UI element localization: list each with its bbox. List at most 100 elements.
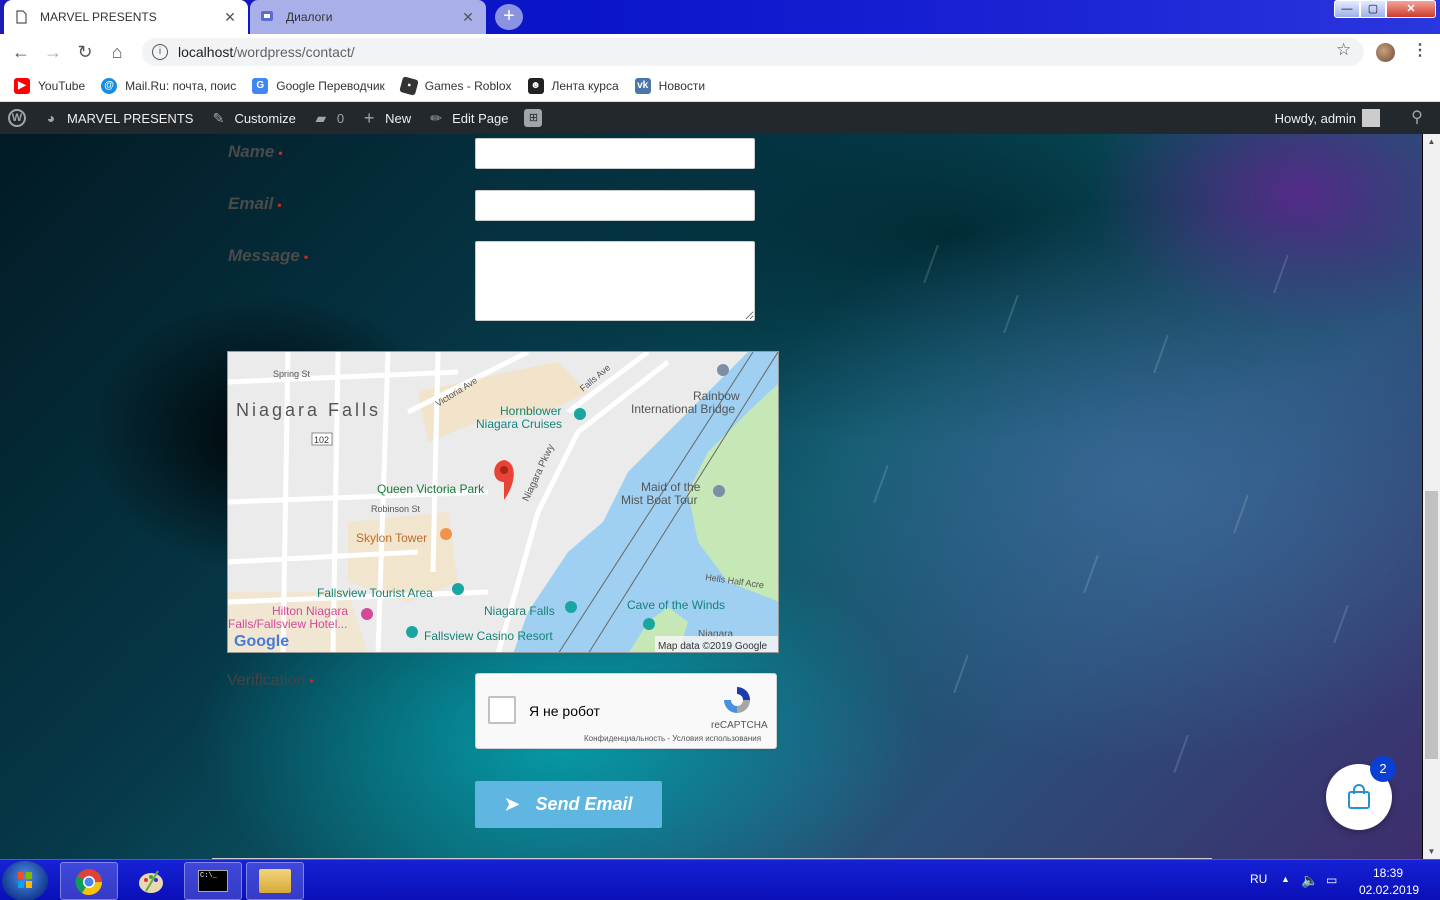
- bookmark-vk[interactable]: vk Новости: [634, 77, 706, 94]
- paper-plane-icon: ➤: [504, 794, 520, 814]
- scroll-thumb[interactable]: [1425, 491, 1438, 759]
- bookmark-google-translate[interactable]: G Google Переводчик: [252, 77, 385, 94]
- email-label: Email •: [228, 194, 282, 213]
- home-icon[interactable]: ⌂: [105, 40, 129, 64]
- google-translate-icon: G: [252, 77, 269, 94]
- close-tab-icon[interactable]: ✕: [222, 9, 238, 26]
- customize-label: Customize: [234, 110, 296, 126]
- wordpress-logo[interactable]: W: [0, 102, 34, 134]
- recaptcha-terms[interactable]: Конфиденциальность - Условия использован…: [584, 734, 761, 743]
- bookmark-mailru[interactable]: @ Mail.Ru: почта, поис: [101, 77, 237, 94]
- bookmark-label: Mail.Ru: почта, поис: [125, 78, 237, 93]
- taskbar-paint[interactable]: [122, 862, 180, 900]
- volume-icon[interactable]: 🔈: [1301, 872, 1318, 900]
- roblox-icon: ▪: [398, 75, 419, 96]
- chrome-icon: [75, 869, 103, 896]
- bookmark-roblox[interactable]: ▪ Games - Roblox: [398, 75, 512, 96]
- bookmark-label: Новости: [658, 78, 706, 93]
- customize-link[interactable]: ✎ Customize: [201, 102, 303, 134]
- recaptcha-checkbox[interactable]: [488, 696, 516, 724]
- dashboard-icon: ◕: [46, 110, 56, 126]
- svg-text:Hilton Niagara: Hilton Niagara: [272, 604, 348, 618]
- site-name-link[interactable]: ◕ MARVEL PRESENTS: [34, 102, 201, 134]
- svg-text:102: 102: [314, 435, 329, 445]
- bookmark-course[interactable]: ☻ Лента курса: [527, 77, 619, 94]
- svg-text:Mist Boat Tour: Mist Boat Tour: [621, 493, 697, 507]
- minimize-button[interactable]: —: [1334, 0, 1360, 18]
- floating-cart-button[interactable]: 2: [1326, 756, 1396, 830]
- shopping-bag-icon: [1348, 784, 1370, 809]
- search-icon: ⚲: [1411, 109, 1423, 126]
- message-textarea[interactable]: [475, 241, 755, 321]
- bookmark-star-icon[interactable]: ☆: [1336, 40, 1351, 60]
- svg-text:International Bridge: International Bridge: [631, 402, 735, 416]
- svg-text:Niagara Falls: Niagara Falls: [484, 604, 555, 618]
- scroll-down-arrow-icon[interactable]: ▼: [1423, 844, 1440, 859]
- taskbar-explorer[interactable]: [246, 862, 304, 900]
- name-label: Name •: [228, 142, 283, 161]
- language-indicator[interactable]: RU: [1250, 872, 1267, 900]
- profile-avatar[interactable]: [1376, 43, 1395, 62]
- start-button[interactable]: [2, 861, 48, 900]
- svg-text:Falls/Fallsview Hotel...: Falls/Fallsview Hotel...: [228, 617, 347, 631]
- address-bar[interactable]: i localhost/wordpress/contact/: [142, 38, 1364, 66]
- svg-text:Niagara Cruises: Niagara Cruises: [476, 417, 562, 431]
- cmd-icon: C:\_: [198, 870, 228, 892]
- info-icon[interactable]: i: [152, 44, 168, 60]
- bookmark-label: Games - Roblox: [424, 78, 512, 93]
- forward-arrow-icon[interactable]: →: [41, 40, 65, 64]
- taskbar-cmd[interactable]: C:\_: [184, 862, 242, 900]
- send-email-label: Send Email: [535, 794, 633, 814]
- paint-palette-icon: [139, 870, 163, 893]
- wordpress-icon: W: [8, 109, 26, 127]
- wp-admin-bar: W ◕ MARVEL PRESENTS ✎ Customize ▰ 0 + Ne…: [0, 102, 1440, 134]
- url-host: localhost: [178, 44, 234, 60]
- recaptcha-logo-icon: [724, 687, 750, 713]
- bookmark-youtube[interactable]: ▶ YouTube: [14, 77, 85, 94]
- taskbar-chrome[interactable]: [60, 862, 118, 900]
- back-arrow-icon[interactable]: ←: [9, 40, 33, 64]
- close-window-button[interactable]: ✕: [1386, 0, 1436, 18]
- verification-label: Verification •: [227, 672, 314, 689]
- url-path: /wordpress/contact/: [233, 44, 355, 60]
- name-field[interactable]: [475, 138, 755, 169]
- close-tab-icon[interactable]: ✕: [460, 9, 476, 26]
- maximize-button[interactable]: ▢: [1360, 0, 1386, 18]
- network-icon[interactable]: ▭: [1326, 873, 1337, 900]
- menu-kebab-icon[interactable]: ⋮: [1412, 40, 1428, 60]
- page-content: Name • Email • Message • Spring St Victo…: [0, 134, 1422, 859]
- tab-dialogs[interactable]: Диалоги ✕: [250, 0, 486, 34]
- page-scrollbar[interactable]: ▲ ▼: [1423, 134, 1440, 859]
- woocommerce-link[interactable]: ⊞: [516, 102, 550, 134]
- mailru-icon: @: [101, 77, 118, 94]
- search-link[interactable]: ⚲: [1400, 102, 1440, 134]
- tab-title: Диалоги: [286, 10, 333, 24]
- recaptcha-label: Я не робот: [529, 703, 600, 719]
- svg-text:Skylon Tower: Skylon Tower: [356, 531, 427, 545]
- svg-text:Fallsview Tourist Area: Fallsview Tourist Area: [317, 586, 433, 600]
- howdy-label: Howdy, admin: [1274, 110, 1356, 126]
- new-content-link[interactable]: + New: [352, 102, 419, 134]
- chat-icon: [261, 11, 273, 21]
- svg-text:Fallsview Casino Resort: Fallsview Casino Resort: [424, 629, 553, 643]
- svg-text:Spring St: Spring St: [273, 369, 311, 379]
- svg-text:Map data ©2019 Google: Map data ©2019 Google: [658, 641, 768, 652]
- map-canvas: Spring St Victoria Ave Falls Ave Niagara…: [228, 352, 778, 652]
- svg-text:Maid of the: Maid of the: [641, 480, 701, 494]
- windows-logo-icon: [18, 872, 32, 888]
- new-tab-button[interactable]: +: [495, 4, 523, 30]
- scroll-up-arrow-icon[interactable]: ▲: [1423, 134, 1440, 149]
- edit-page-link[interactable]: ✏ Edit Page: [419, 102, 516, 134]
- vk-icon: vk: [634, 77, 651, 94]
- my-account-link[interactable]: Howdy, admin: [1267, 102, 1400, 134]
- svg-text:Google: Google: [234, 633, 289, 650]
- google-map[interactable]: Spring St Victoria Ave Falls Ave Niagara…: [227, 351, 779, 653]
- tab-marvel-presents[interactable]: MARVEL PRESENTS ✕: [4, 0, 248, 34]
- comments-link[interactable]: ▰ 0: [304, 102, 352, 134]
- reload-icon[interactable]: ↻: [73, 40, 97, 64]
- youtube-icon: ▶: [14, 77, 30, 94]
- email-field[interactable]: [475, 190, 755, 221]
- cart-icon: ⊞: [524, 109, 543, 127]
- send-email-button[interactable]: ➤ Send Email: [475, 781, 662, 828]
- tray-expand-icon[interactable]: ▲: [1281, 874, 1290, 900]
